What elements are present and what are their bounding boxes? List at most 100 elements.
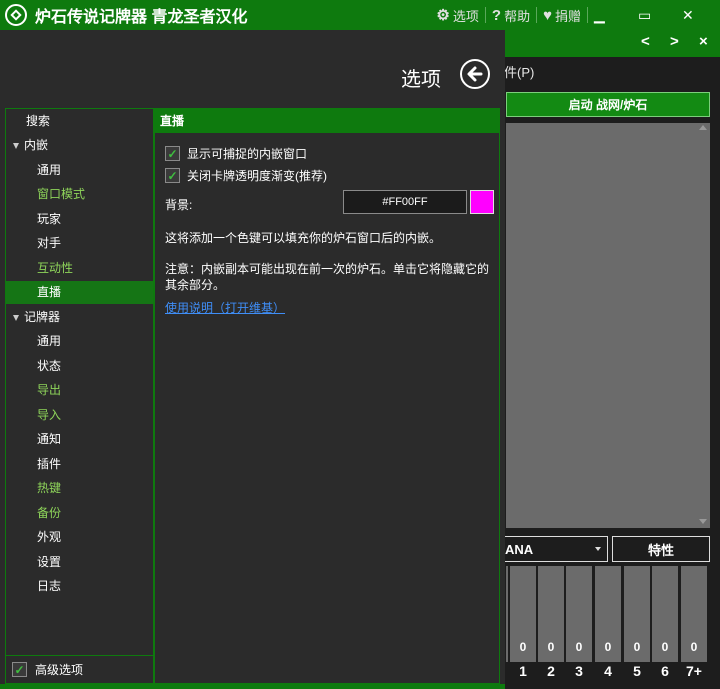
sidebar-item-appearance[interactable]: 外观	[37, 526, 61, 549]
maximize-button[interactable]: ▭	[632, 0, 676, 30]
option-label: 关闭卡牌透明度渐变(推荐)	[187, 169, 327, 183]
scroll-up-icon[interactable]	[699, 125, 707, 130]
mana-bar: 0	[681, 566, 707, 662]
mana-cost: 6	[661, 663, 669, 679]
sidebar-group-label: 记牌器	[24, 310, 61, 324]
sidebar-item-settings[interactable]: 设置	[37, 551, 61, 574]
deck-selector[interactable]: ANA	[500, 536, 608, 562]
sidebar-item-player[interactable]: 玩家	[37, 208, 61, 231]
mana-count: 0	[519, 640, 527, 654]
deck-list[interactable]	[506, 123, 710, 528]
options-dialog: 选项 搜索 内嵌 通用 窗口模式 玩家 对手 互动性 直播 记牌器 通用 状态 …	[0, 30, 505, 689]
deck-nav-bar: < > ×	[500, 30, 720, 57]
sidebar-item-search[interactable]: 搜索	[26, 110, 50, 133]
checkbox[interactable]: ✓	[12, 662, 27, 677]
options-label: 选项	[452, 8, 479, 24]
mana-cost: 3	[575, 663, 583, 679]
background-color-input[interactable]: #FF00FF	[343, 190, 467, 214]
background-label: 背景:	[165, 198, 193, 212]
arrow-left-icon	[467, 66, 483, 82]
mana-count: 0	[575, 640, 583, 654]
sidebar-group-tracker[interactable]: 记牌器	[13, 306, 60, 329]
mana-cost: 5	[633, 663, 641, 679]
minimize-button[interactable]: ▁	[588, 0, 632, 30]
heart-icon: ♥	[543, 6, 552, 24]
sidebar-group-overlay[interactable]: 内嵌	[13, 134, 48, 157]
options-button[interactable]: ⚙ 选项	[430, 0, 484, 30]
scroll-down-icon[interactable]	[699, 519, 707, 524]
sidebar-item-tracker-general[interactable]: 通用	[37, 330, 61, 353]
mana-count: 0	[661, 640, 669, 654]
back-button[interactable]	[460, 59, 490, 89]
mana-curve: 0 0 0 0 0 0 0	[506, 566, 720, 662]
options-sidebar: 搜索 内嵌 通用 窗口模式 玩家 对手 互动性 直播 记牌器 通用 状态 导出 …	[5, 108, 154, 684]
mana-bar: 0	[624, 566, 650, 662]
sidebar-item-window-mode[interactable]: 窗口模式	[37, 183, 85, 206]
expand-icon	[13, 314, 19, 321]
title-bar: 炉石传说记牌器 青龙圣者汉化 ⚙ 选项 ? 帮助 ♥ 捐赠 ▁ ▭ ✕	[0, 0, 720, 30]
mana-cost: 1	[519, 663, 527, 679]
mana-bar: 0	[538, 566, 564, 662]
sidebar-item-backup[interactable]: 备份	[37, 502, 61, 525]
sidebar-item-opponent[interactable]: 对手	[37, 232, 61, 255]
mana-bar: 0	[566, 566, 592, 662]
advanced-options-toggle[interactable]: ✓ 高级选项	[5, 655, 154, 684]
sidebar-item-interactivity[interactable]: 互动性	[37, 257, 73, 280]
section-title: 直播	[155, 109, 499, 133]
sidebar-selection-highlight	[6, 281, 153, 304]
menu-item[interactable]: 件(P)	[504, 62, 534, 81]
show-overlay-option[interactable]: ✓ 显示可捕捉的内嵌窗口	[165, 145, 307, 162]
sidebar-item-hotkeys[interactable]: 热键	[37, 477, 61, 500]
disable-fade-option[interactable]: ✓ 关闭卡牌透明度渐变(推荐)	[165, 167, 327, 184]
deck-panel: < > × 件(P) 启动 战网/炉石 ANA 特性 0 0 0 0 0 0 0…	[500, 30, 720, 689]
bottom-border	[0, 684, 505, 689]
deck-selector-value: ANA	[505, 541, 534, 557]
close-button[interactable]: ✕	[676, 0, 720, 30]
mana-bar	[506, 566, 508, 662]
sidebar-item-plugins[interactable]: 插件	[37, 453, 61, 476]
mana-count: 0	[547, 640, 555, 654]
sidebar-item-logs[interactable]: 日志	[37, 575, 61, 598]
nav-next-button[interactable]: >	[670, 33, 679, 50]
mana-count: 0	[604, 640, 612, 654]
mana-cost: 2	[547, 663, 555, 679]
mana-cost-labels: 1 2 3 4 5 6 7+	[506, 663, 720, 683]
sidebar-group-label: 内嵌	[24, 138, 49, 152]
mana-cost: 4	[604, 663, 612, 679]
usage-wiki-link[interactable]: 使用说明（打开维基）	[165, 300, 285, 316]
expand-icon	[13, 142, 19, 149]
sidebar-item-streaming[interactable]: 直播	[37, 281, 61, 304]
mana-count: 0	[633, 640, 641, 654]
help-label: 帮助	[504, 8, 531, 24]
donate-button[interactable]: ♥ 捐赠	[537, 0, 587, 30]
sidebar-item-status[interactable]: 状态	[37, 355, 61, 378]
mana-bar: 0	[595, 566, 621, 662]
mana-count: 0	[690, 640, 698, 654]
question-icon: ?	[491, 6, 502, 24]
sidebar-item-export[interactable]: 导出	[37, 379, 61, 402]
gear-icon: ⚙	[436, 7, 450, 24]
note-text: 注意：内嵌副本可能出现在前一次的炉石。单击它将隐藏它的其余部分。	[165, 262, 490, 292]
checkbox[interactable]: ✓	[165, 146, 180, 161]
description-text: 这将添加一个色键可以填充你的炉石窗口后的内嵌。	[165, 231, 442, 245]
sidebar-item-notifications[interactable]: 通知	[37, 428, 61, 451]
page-title: 选项	[401, 69, 441, 91]
app-title: 炉石传说记牌器 青龙圣者汉化	[35, 9, 248, 26]
option-label: 显示可捕捉的内嵌窗口	[187, 147, 308, 161]
mana-cost: 7+	[686, 663, 702, 679]
launch-battlenet-button[interactable]: 启动 战网/炉石	[506, 92, 710, 117]
mana-bar: 0	[510, 566, 536, 662]
streaming-settings-panel: 直播 ✓ 显示可捕捉的内嵌窗口 ✓ 关闭卡牌透明度渐变(推荐) 背景: #FF0…	[154, 108, 500, 684]
checkbox[interactable]: ✓	[165, 168, 180, 183]
sidebar-item-import[interactable]: 导入	[37, 404, 61, 427]
nav-prev-button[interactable]: <	[641, 33, 650, 50]
color-picker-button[interactable]	[470, 190, 494, 214]
donate-label: 捐赠	[554, 8, 581, 24]
nav-close-button[interactable]: ×	[699, 33, 708, 50]
advanced-options-label: 高级选项	[35, 663, 84, 677]
mana-bar: 0	[652, 566, 678, 662]
sidebar-item-overlay-general[interactable]: 通用	[37, 159, 61, 182]
attribute-button[interactable]: 特性	[612, 536, 710, 562]
chevron-down-icon	[595, 547, 601, 551]
help-button[interactable]: ? 帮助	[486, 0, 536, 30]
